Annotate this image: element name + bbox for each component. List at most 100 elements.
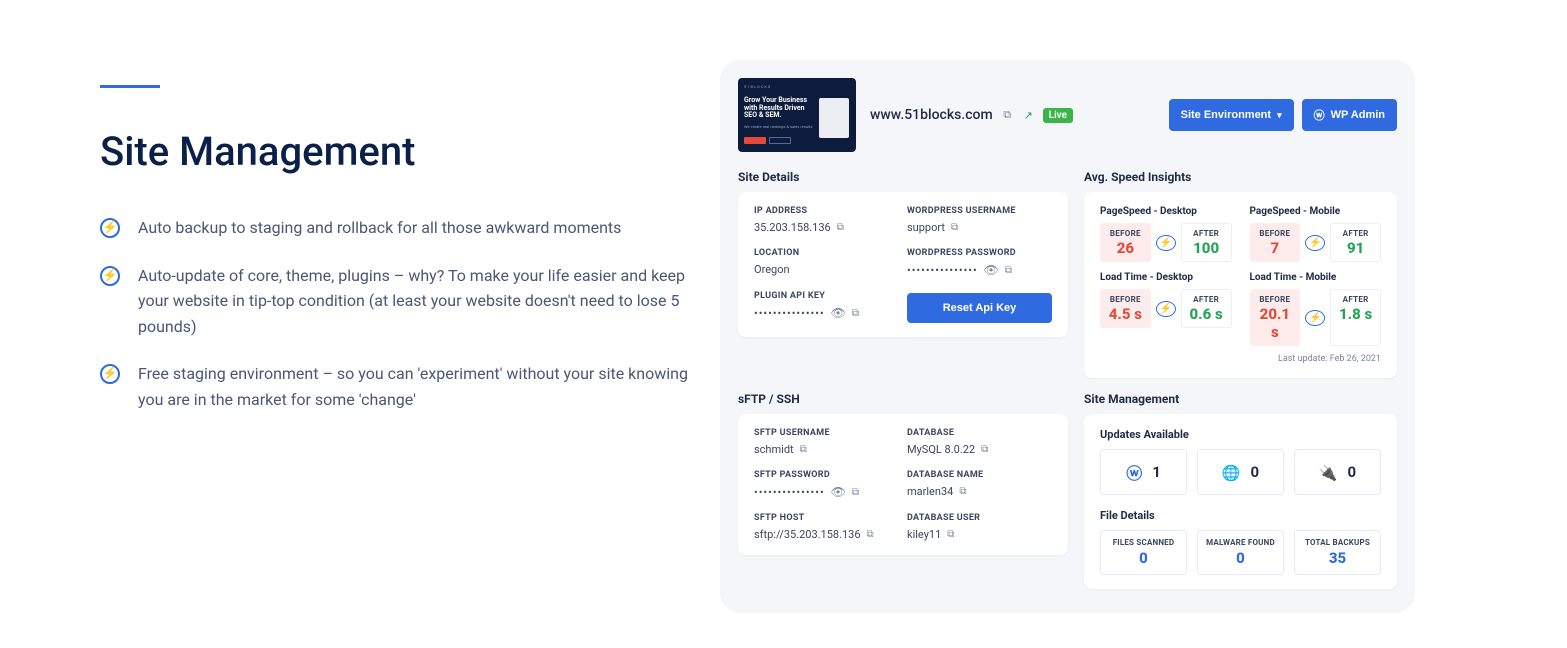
updates-title: Updates Available — [1100, 428, 1381, 441]
wordpress-icon: ⓦ — [1126, 460, 1142, 484]
domain-name: www.51blocks.com — [870, 107, 993, 123]
dashboard-panel: 51BLOCKS Grow Your Business with Results… — [720, 60, 1415, 613]
malware-found: MALWARE FOUND 0 — [1197, 530, 1284, 575]
plugins-count: 0 — [1348, 463, 1357, 481]
ps-mobile-before: 7 — [1255, 239, 1296, 257]
lt-desktop-after: 0.6 s — [1186, 305, 1227, 323]
bullet-text: Free staging environment – so you can 'e… — [138, 361, 700, 412]
copy-icon[interactable]: ⧉ — [951, 222, 958, 233]
field-label: LOCATION — [754, 248, 899, 258]
sftp-section: sFTP / SSH SFTP USERNAME schmidt⧉ DATABA… — [738, 392, 1068, 589]
copy-icon[interactable]: ⧉ — [959, 486, 966, 497]
metric-title: PageSpeed - Desktop — [1100, 206, 1232, 217]
bolt-icon — [100, 266, 120, 286]
sftp-password: ••••••••••••••• — [754, 486, 825, 499]
ps-mobile-after: 91 — [1335, 239, 1376, 257]
bolt-icon — [1156, 301, 1176, 317]
site-thumbnail[interactable]: 51BLOCKS Grow Your Business with Results… — [738, 78, 856, 152]
lt-mobile-after: 1.8 s — [1335, 305, 1376, 323]
stat-value: 0 — [1202, 549, 1279, 567]
site-management-section: Site Management Updates Available ⓦ 1 0 — [1084, 392, 1397, 589]
site-environment-button[interactable]: Site Environment ▾ — [1169, 99, 1294, 131]
bolt-icon — [1305, 235, 1325, 251]
site-details-section: Site Details IP ADDRESS 35.203.158.136 ⧉… — [738, 170, 1068, 378]
thumb-cta — [769, 137, 791, 144]
bullet-item: Free staging environment – so you can 'e… — [100, 361, 700, 412]
after-label: AFTER — [1335, 229, 1376, 238]
sftp-host: sftp://35.203.158.136 — [754, 528, 861, 541]
copy-icon[interactable]: ⧉ — [852, 487, 859, 498]
after-label: AFTER — [1186, 229, 1227, 238]
themes-count: 0 — [1251, 463, 1260, 481]
database-user: kiley11 — [907, 528, 941, 541]
before-label: BEFORE — [1255, 295, 1296, 304]
before-label: BEFORE — [1105, 295, 1146, 304]
lt-mobile-before: 20.1 s — [1255, 305, 1296, 341]
external-link-icon[interactable]: ↗ — [1022, 109, 1035, 122]
plug-icon — [1319, 463, 1338, 482]
copy-icon[interactable]: ⧉ — [1005, 265, 1012, 276]
bolt-icon — [1156, 235, 1176, 251]
wp-admin-button[interactable]: ⓦ WP Admin — [1302, 99, 1397, 131]
database: MySQL 8.0.22 — [907, 443, 975, 456]
api-key: ••••••••••••••• — [754, 307, 825, 320]
bullet-item: Auto backup to staging and rollback for … — [100, 215, 700, 241]
wp-username: support — [907, 221, 945, 234]
stat-label: MALWARE FOUND — [1202, 538, 1279, 547]
plugin-updates[interactable]: 0 — [1294, 449, 1381, 495]
files-scanned: FILES SCANNED 0 — [1100, 530, 1187, 575]
section-title: Site Details — [738, 170, 1068, 184]
field-label: SFTP PASSWORD — [754, 470, 899, 480]
chevron-down-icon: ▾ — [1277, 110, 1282, 121]
file-details-title: File Details — [1100, 509, 1381, 522]
thumb-headline: Grow Your Business with Results Driven S… — [744, 97, 814, 120]
marketing-copy: Site Management Auto backup to staging a… — [100, 60, 700, 613]
lt-desktop-before: 4.5 s — [1105, 305, 1146, 323]
ps-desktop-before: 26 — [1105, 239, 1146, 257]
field-label: PLUGIN API KEY — [754, 291, 899, 301]
copy-icon[interactable]: ⧉ — [837, 222, 844, 233]
thumb-sub: We create real rankings & sales results — [744, 124, 814, 129]
eye-icon[interactable]: 👁 — [984, 263, 999, 277]
field-label: SFTP USERNAME — [754, 428, 899, 438]
bolt-icon — [1305, 310, 1325, 326]
stat-value: 35 — [1299, 549, 1376, 567]
live-badge: Live — [1043, 108, 1073, 123]
location: Oregon — [754, 263, 790, 276]
after-label: AFTER — [1335, 295, 1376, 304]
field-label: IP ADDRESS — [754, 206, 899, 216]
reset-api-key-button[interactable]: Reset Api Key — [907, 293, 1052, 323]
theme-updates[interactable]: 0 — [1197, 449, 1284, 495]
wordpress-count: 1 — [1152, 463, 1161, 481]
copy-icon[interactable]: ⧉ — [867, 529, 874, 540]
copy-icon[interactable]: ⧉ — [852, 308, 859, 319]
bullet-text: Auto-update of core, theme, plugins – wh… — [138, 263, 700, 340]
copy-icon[interactable]: ⧉ — [947, 529, 954, 540]
copy-icon[interactable]: ⧉ — [800, 444, 807, 455]
metric-title: Load Time - Desktop — [1100, 272, 1232, 283]
bullet-text: Auto backup to staging and rollback for … — [138, 215, 621, 241]
field-label: DATABASE NAME — [907, 470, 1052, 480]
after-label: AFTER — [1186, 295, 1227, 304]
accent-bar — [100, 85, 160, 88]
metric-title: Load Time - Mobile — [1250, 272, 1382, 283]
wordpress-icon: ⓦ — [1314, 107, 1325, 123]
stat-label: FILES SCANNED — [1105, 538, 1182, 547]
bolt-icon — [100, 364, 120, 384]
before-label: BEFORE — [1105, 229, 1146, 238]
field-label: SFTP HOST — [754, 513, 899, 523]
eye-icon[interactable]: 👁 — [831, 485, 846, 499]
eye-icon[interactable]: 👁 — [831, 306, 846, 320]
globe-icon — [1222, 463, 1241, 482]
field-label: DATABASE — [907, 428, 1052, 438]
stat-value: 0 — [1105, 549, 1182, 567]
speed-insights-section: Avg. Speed Insights PageSpeed - Desktop … — [1084, 170, 1397, 378]
copy-icon[interactable]: ⧉ — [1001, 109, 1014, 122]
field-label: WORDPRESS USERNAME — [907, 206, 1052, 216]
thumb-brand: 51BLOCKS — [744, 84, 850, 89]
database-name: marlen34 — [907, 485, 953, 498]
wordpress-updates[interactable]: ⓦ 1 — [1100, 449, 1187, 495]
section-title: sFTP / SSH — [738, 392, 1068, 406]
ip-address: 35.203.158.136 — [754, 221, 831, 234]
copy-icon[interactable]: ⧉ — [981, 444, 988, 455]
